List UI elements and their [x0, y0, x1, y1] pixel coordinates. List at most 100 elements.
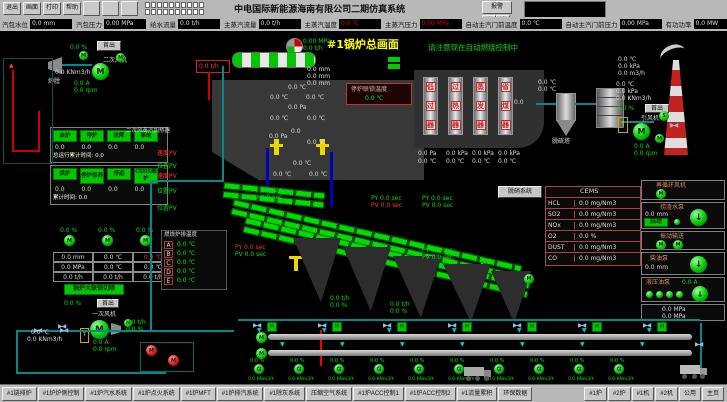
- runtime-caption: 总运行累计时间: 0.0: [53, 153, 104, 160]
- screen-title: #1锅炉总画面: [327, 41, 399, 48]
- pump-icon[interactable]: ↓: [690, 256, 707, 273]
- motor-icon[interactable]: M: [673, 240, 683, 250]
- taskbar-screen-button[interactable]: #1链排炉: [2, 387, 37, 401]
- value-label: 0.0 kPa: [618, 63, 640, 70]
- taskbar-unit-button[interactable]: #1炉: [584, 387, 607, 401]
- grate-zone-key: D: [164, 268, 173, 276]
- damper-icon[interactable]: G: [334, 364, 344, 374]
- damper-icon[interactable]: G: [414, 364, 424, 374]
- parameter-label: 主蒸汽温度: [305, 19, 338, 29]
- toolbar-button[interactable]: 帮助: [63, 2, 81, 15]
- feeder-motor-icon[interactable]: M: [102, 235, 113, 246]
- boiler-op-button[interactable]: 烘炉: [53, 168, 77, 180]
- pump-icon[interactable]: ↓: [692, 286, 708, 302]
- taskbar-unit-button[interactable]: #1机: [632, 387, 655, 401]
- taskbar-unit-button[interactable]: 主页: [702, 387, 724, 401]
- taskbar-unit-button[interactable]: #2机: [655, 387, 678, 401]
- parameter-value: 0.0 t/h: [178, 19, 220, 29]
- value-label: 0.0 ℃: [618, 56, 636, 63]
- parameter-item: 自动主汽门前压力0.00 MPa: [566, 19, 662, 29]
- toolbar-button[interactable]: 退出: [3, 2, 21, 15]
- toolbar-blank-slot: [83, 1, 100, 16]
- parameter-value: 0.0 ℃: [339, 19, 381, 29]
- damper-icon[interactable]: G: [454, 364, 464, 374]
- taskbar-screen-button[interactable]: #1炉炉侧控制: [38, 387, 85, 401]
- parameter-item: 有功功率0.0 MW: [666, 19, 727, 29]
- valve-motor-box[interactable]: M: [332, 322, 342, 332]
- taskbar-screen-button[interactable]: #1炉点火系统: [133, 387, 180, 401]
- taskbar-screen-button[interactable]: 环保数据: [498, 387, 532, 401]
- valve-motor-box[interactable]: M: [267, 322, 277, 332]
- taskbar-screen-button[interactable]: 压缩空气系统: [306, 387, 352, 401]
- damper-icon[interactable]: G: [294, 364, 304, 374]
- value-label: 0.0 ℃: [307, 115, 325, 122]
- pump-motor-icon[interactable]: M: [146, 345, 157, 356]
- metric-cell: 0.0 MPa: [53, 262, 93, 272]
- motor-icon[interactable]: M: [116, 53, 125, 62]
- alarm-button[interactable]: 报警: [482, 1, 512, 14]
- value-label: 0.0 mm: [645, 264, 668, 271]
- status-dot: [674, 219, 680, 225]
- valve-motor-box[interactable]: M: [592, 322, 602, 332]
- boiler-interlock-cut-button[interactable]: 锅炉大联锁切除: [64, 284, 124, 295]
- app-title: 中电国际新能源海南有限公司二期仿真系统: [234, 2, 405, 15]
- taskbar-screen-button[interactable]: #1炉排汽系统: [217, 387, 264, 401]
- damper-icon[interactable]: G: [254, 364, 264, 374]
- value-label: 0.0: [291, 128, 301, 135]
- valve-motor-box[interactable]: M: [657, 322, 667, 332]
- value-label: 0.0 mm: [307, 66, 330, 73]
- first-out-button[interactable]: 首出: [97, 41, 121, 51]
- conveyor-motor[interactable]: M: [256, 332, 267, 343]
- motor-icon[interactable]: M: [524, 274, 534, 284]
- value-label: PV 0.0 sec: [251, 194, 282, 201]
- value-label: 0.0 Pa: [269, 133, 287, 140]
- taskbar-screen-button[interactable]: #1炉ACC控制1: [353, 387, 404, 401]
- damper-icon[interactable]: G: [614, 364, 624, 374]
- valve-motor-box[interactable]: M: [462, 322, 472, 332]
- boiler-op-button[interactable]: 停炉: [80, 130, 104, 142]
- taskbar-screen-button[interactable]: #1炉MFT: [181, 387, 216, 401]
- motor-icon[interactable]: M: [656, 240, 666, 250]
- value-label: 0.0 ℃: [306, 94, 324, 101]
- damper-icon[interactable]: G: [494, 364, 504, 374]
- taskbar-unit-button[interactable]: #2炉: [608, 387, 631, 401]
- damper-icon[interactable]: G: [574, 364, 584, 374]
- motor-icon[interactable]: M: [656, 189, 666, 199]
- parameter-item: 自动主汽门前温度0.0 ℃: [466, 19, 562, 29]
- valve-motor-box[interactable]: M: [527, 322, 537, 332]
- pump-start-button[interactable]: 启动: [644, 218, 668, 227]
- taskbar-screen-button[interactable]: #1炉ACC控制2: [405, 387, 456, 401]
- cems-species: DUST: [546, 244, 575, 251]
- boiler-op-button[interactable]: 停炉保养: [80, 168, 104, 184]
- pump-icon[interactable]: ↓: [690, 209, 707, 226]
- valve-motor-box[interactable]: M: [397, 322, 407, 332]
- oil-pipe: [330, 152, 333, 207]
- metric-cell: 0.0 ℃: [93, 252, 133, 262]
- flow-arrow: ▼: [580, 341, 585, 348]
- cems-value: 0.0 mg/Nm3: [575, 222, 616, 229]
- taskbar-screen-button[interactable]: #1除灰系统: [264, 387, 305, 401]
- value-label: PV 0.0 sec: [422, 202, 453, 209]
- vibrating-conveyor-label: 振动输送: [660, 233, 684, 240]
- denox-system-button[interactable]: 脱硝系统: [498, 186, 542, 198]
- feeder-motor-icon[interactable]: M: [64, 235, 75, 246]
- taskbar-unit-button[interactable]: 公用: [679, 387, 701, 401]
- taskbar-screen-button[interactable]: #1炉汽水系统: [85, 387, 132, 401]
- value-label: 0.0 ℃: [273, 171, 291, 178]
- first-out-button[interactable]: 首出: [97, 299, 119, 308]
- value-label: 0.0 KNm3/h: [27, 336, 62, 343]
- motor-icon[interactable]: M: [79, 51, 88, 60]
- taskbar-screen-button[interactable]: #1流量累积: [457, 387, 498, 401]
- damper-icon[interactable]: G: [534, 364, 544, 374]
- secondary-fan-motor[interactable]: M: [92, 63, 109, 80]
- damper-icon[interactable]: G: [374, 364, 384, 374]
- toolbar-button[interactable]: 画面: [23, 2, 41, 15]
- pump-motor-icon[interactable]: M: [168, 355, 179, 366]
- boiler-op-button[interactable]: 停运: [107, 168, 131, 180]
- toolbar-button[interactable]: 打印: [43, 2, 61, 15]
- id-fan-motor[interactable]: M: [633, 123, 650, 140]
- value-label: 0.0 mm: [307, 73, 330, 80]
- valve-state-icon[interactable]: S: [659, 111, 669, 121]
- boiler-op-button[interactable]: 启炉: [53, 130, 77, 142]
- motor-icon[interactable]: M: [655, 134, 664, 143]
